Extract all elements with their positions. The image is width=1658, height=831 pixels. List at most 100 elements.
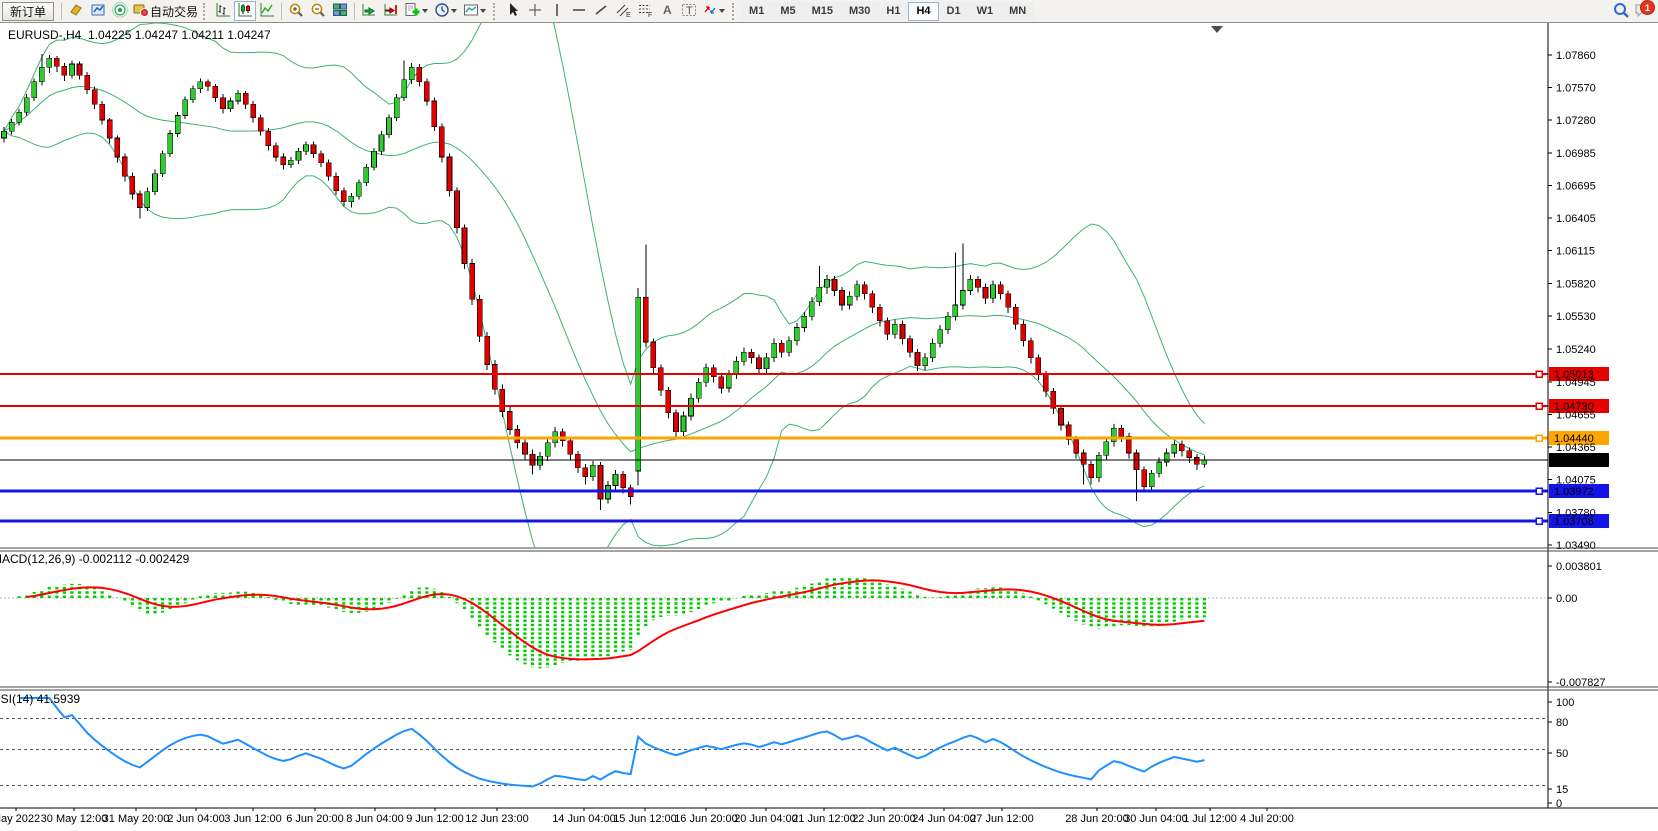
trendline-button[interactable]	[590, 1, 612, 21]
chat-button[interactable]: 1	[1632, 1, 1654, 21]
svg-text:May 2022: May 2022	[0, 813, 40, 825]
svg-text:22 Jun 20:00: 22 Jun 20:00	[852, 813, 916, 825]
timeframe-button-M15[interactable]: M15	[804, 2, 841, 21]
vertical-line-button[interactable]	[546, 1, 568, 21]
svg-text:6 Jun 20:00: 6 Jun 20:00	[286, 813, 344, 825]
search-button[interactable]	[1610, 1, 1632, 21]
svg-text:30 May 12:00: 30 May 12:00	[41, 813, 108, 825]
autotrading-icon	[133, 2, 150, 21]
macd-value: -0.002112	[79, 552, 132, 566]
chart-shift-button[interactable]	[380, 1, 402, 21]
cursor-icon	[505, 2, 521, 21]
rsi-indicator	[0, 698, 1548, 787]
svg-text:T: T	[686, 5, 693, 17]
indicators-button[interactable]	[402, 1, 432, 21]
horizontal-level-lines[interactable]: 1.050131.047301.044401.039721.037081.042…	[0, 367, 1609, 528]
chart-shift-icon	[383, 2, 399, 21]
crosshair-button[interactable]	[524, 1, 546, 21]
svg-text:1.06115: 1.06115	[1556, 246, 1595, 258]
svg-text:1.03780: 1.03780	[1556, 507, 1596, 519]
toolbar-separator	[354, 3, 355, 20]
text-label-icon: T	[681, 2, 697, 21]
fibonacci-button[interactable]: F	[634, 1, 656, 21]
toolbar-handle	[493, 3, 499, 20]
chart-symbol-period: EURUSD-,H4	[8, 28, 81, 42]
timeframe-button-H4[interactable]: H4	[908, 2, 938, 21]
profiles-chart-icon	[90, 2, 106, 21]
text-a-icon: A	[659, 2, 675, 21]
autoscroll-button[interactable]	[358, 1, 380, 21]
svg-text:27 Jun 12:00: 27 Jun 12:00	[970, 813, 1034, 825]
svg-text:50: 50	[1556, 748, 1568, 760]
arrows-button[interactable]	[700, 1, 729, 21]
bar-chart-button[interactable]	[212, 1, 234, 21]
alerts-button[interactable]	[109, 1, 131, 21]
svg-text:15 Jun 12:00: 15 Jun 12:00	[613, 813, 677, 825]
svg-text:1.05530: 1.05530	[1556, 311, 1596, 323]
rsi-value: 41.5939	[37, 692, 80, 706]
pane-separators[interactable]	[0, 548, 1658, 690]
crosshair-icon	[527, 2, 543, 21]
autotrading-button[interactable]: 自动交易	[131, 1, 200, 21]
candlestick-icon	[237, 2, 253, 21]
candlestick-chart-button[interactable]	[234, 1, 256, 21]
text-button[interactable]: A	[656, 1, 678, 21]
svg-text:12 Jun 23:00: 12 Jun 23:00	[465, 813, 529, 825]
svg-text:F: F	[648, 12, 652, 18]
chart-ohlc-values: 1.04225 1.04247 1.04211 1.04247	[88, 28, 271, 42]
timeframe-button-H1[interactable]: H1	[878, 2, 908, 21]
svg-text:15: 15	[1556, 784, 1568, 796]
new-order-button[interactable]: 新订单	[2, 2, 54, 21]
timeframe-button-M5[interactable]: M5	[772, 2, 803, 21]
main-toolbar: 新订单 自动交易	[0, 0, 1658, 23]
svg-text:9 Jun 12:00: 9 Jun 12:00	[406, 813, 464, 825]
dropdown-caret	[480, 9, 486, 13]
zoom-in-button[interactable]	[285, 1, 307, 21]
new-chart-button[interactable]	[65, 1, 87, 21]
price-axis: 1.078601.075701.072801.069851.066951.064…	[1548, 23, 1606, 810]
line-chart-icon	[259, 2, 275, 21]
line-chart-button[interactable]	[256, 1, 278, 21]
svg-text:24 Jun 04:00: 24 Jun 04:00	[912, 813, 976, 825]
svg-text:E: E	[626, 12, 631, 18]
new-chart-icon	[68, 2, 84, 21]
svg-text:1 Jul 12:00: 1 Jul 12:00	[1183, 813, 1237, 825]
equidistant-channel-button[interactable]: E	[612, 1, 634, 21]
tile-windows-button[interactable]	[329, 1, 351, 21]
svg-text:14 Jun 04:00: 14 Jun 04:00	[552, 813, 616, 825]
rsi-name: RSI(14)	[0, 692, 33, 706]
timeframe-button-D1[interactable]: D1	[939, 2, 969, 21]
svg-text:4 Jul 20:00: 4 Jul 20:00	[1240, 813, 1294, 825]
chart-shift-marker[interactable]	[1211, 26, 1223, 33]
zoom-out-button[interactable]	[307, 1, 329, 21]
svg-text:21 Jun 12:00: 21 Jun 12:00	[792, 813, 856, 825]
clock-icon	[434, 2, 450, 21]
svg-text:1.04655: 1.04655	[1556, 409, 1596, 421]
svg-text:1.06985: 1.06985	[1556, 148, 1596, 160]
macd-indicator	[0, 577, 1548, 668]
bollinger-bands	[4, 0, 1204, 586]
timeframe-button-M30[interactable]: M30	[841, 2, 878, 21]
horizontal-line-button[interactable]	[568, 1, 590, 21]
zoom-out-icon	[310, 2, 326, 21]
chart-canvas[interactable]: 1.050131.047301.044401.039721.037081.042…	[0, 0, 1658, 831]
periods-button[interactable]	[432, 1, 461, 21]
svg-text:0.00: 0.00	[1556, 593, 1577, 605]
template-icon	[463, 2, 479, 21]
trendline-icon	[593, 2, 609, 21]
cursor-button[interactable]	[502, 1, 524, 21]
text-label-button[interactable]: T	[678, 1, 700, 21]
svg-text:1.04247: 1.04247	[1554, 455, 1594, 467]
indicators-add-icon	[404, 2, 421, 21]
svg-text:100: 100	[1556, 697, 1574, 709]
templates-button[interactable]	[461, 1, 490, 21]
dropdown-caret	[451, 9, 457, 13]
profiles-button[interactable]	[87, 1, 109, 21]
timeframe-button-W1[interactable]: W1	[969, 2, 1002, 21]
notification-badge: 1	[1640, 0, 1655, 15]
timeframe-button-M1[interactable]: M1	[741, 2, 772, 21]
timeframe-button-MN[interactable]: MN	[1001, 2, 1034, 21]
macd-name: MACD(12,26,9)	[0, 552, 75, 566]
dropdown-caret	[422, 9, 428, 13]
svg-text:1.03490: 1.03490	[1556, 540, 1596, 552]
